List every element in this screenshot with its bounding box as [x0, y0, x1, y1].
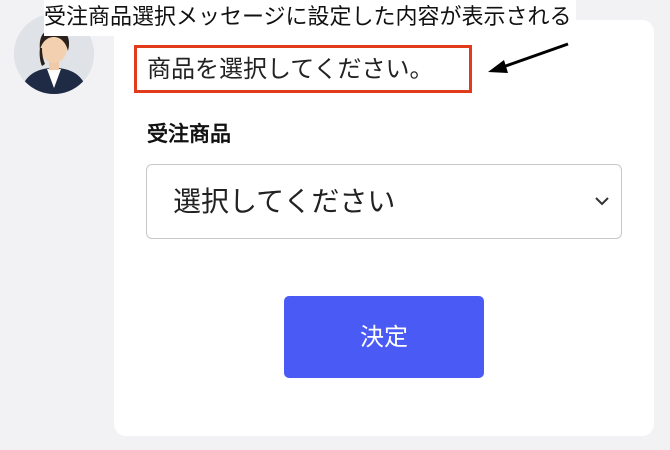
- annotation-callout: 受注商品選択メッセージに設定した内容が表示される: [44, 0, 576, 36]
- field-label-order-product: 受注商品: [147, 122, 231, 146]
- chat-message: 商品を選択してください。: [147, 55, 434, 83]
- submit-button[interactable]: 決定: [284, 296, 484, 378]
- chevron-down-icon: [595, 197, 609, 206]
- annotation-arrow-icon: [488, 42, 569, 73]
- product-select[interactable]: 選択してください: [146, 164, 622, 239]
- select-value: 選択してください: [173, 185, 396, 218]
